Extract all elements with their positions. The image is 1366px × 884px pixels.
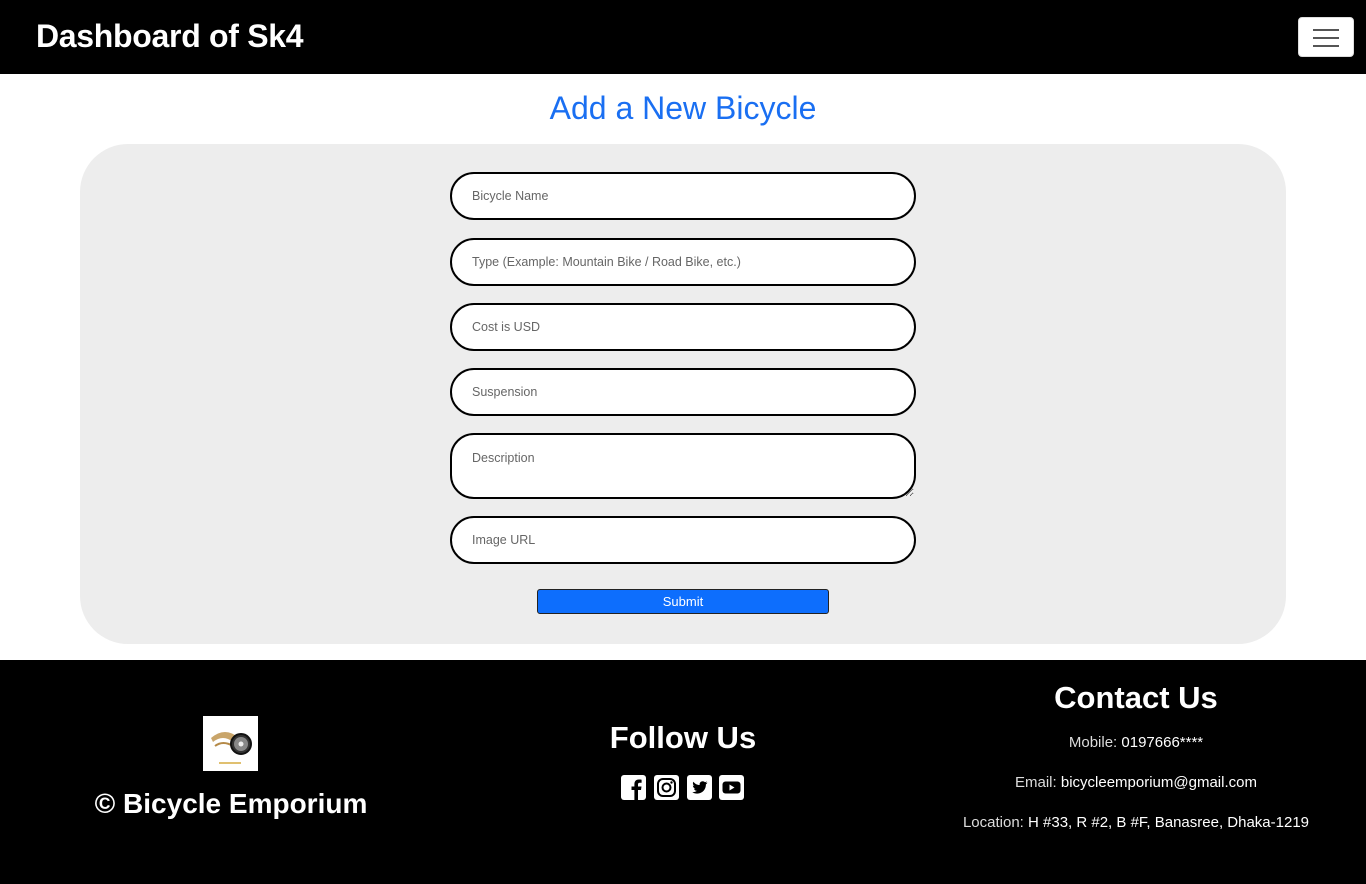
location-value: H #33, R #2, B #F, Banasree, Dhaka-1219 xyxy=(1028,814,1310,831)
mobile-label: Mobile: xyxy=(1068,734,1118,751)
contact-location: Location: H #33, R #2, B #F, Banasree, D… xyxy=(906,814,1366,831)
contact-email: Email: bicycleemporium@gmail.com xyxy=(906,774,1366,791)
facebook-icon[interactable] xyxy=(621,775,646,800)
dashboard-brand[interactable]: Dashboard of Sk4 xyxy=(36,18,304,55)
instagram-icon[interactable] xyxy=(654,775,679,800)
hamburger-menu-icon xyxy=(1313,29,1339,31)
description-textarea[interactable] xyxy=(450,433,916,499)
contact-us-heading: Contact Us xyxy=(1054,680,1218,715)
email-value[interactable]: bicycleemporium@gmail.com xyxy=(1061,774,1257,791)
submit-button[interactable]: Submit xyxy=(537,589,829,614)
social-links xyxy=(621,775,746,803)
follow-us-heading: Follow Us xyxy=(609,720,757,755)
email-label: Email: xyxy=(1015,774,1057,791)
image-url-input[interactable] xyxy=(450,516,916,564)
bicycle-logo xyxy=(203,716,258,771)
hamburger-menu-icon-bar xyxy=(1313,45,1339,47)
location-label: Location: xyxy=(962,814,1024,831)
top-navbar: Dashboard of Sk4 xyxy=(0,0,1366,74)
copyright-text: © Bicycle Emporium xyxy=(94,788,368,819)
youtube-icon[interactable] xyxy=(719,775,744,800)
page-title: Add a New Bicycle xyxy=(549,90,817,126)
mobile-value: 0197666**** xyxy=(1121,734,1204,751)
bicycle-name-input[interactable] xyxy=(450,172,916,220)
footer: © Bicycle Emporium Follow Us Contact Us … xyxy=(0,660,1366,884)
contact-mobile: Mobile: 0197666**** xyxy=(906,734,1366,751)
hamburger-menu-icon-bar xyxy=(1313,37,1339,39)
menu-toggle-button[interactable] xyxy=(1298,17,1354,57)
suspension-input[interactable] xyxy=(450,368,916,416)
cost-input[interactable] xyxy=(450,303,916,351)
bicycle-type-input[interactable] xyxy=(450,238,916,286)
twitter-icon[interactable] xyxy=(687,775,712,800)
